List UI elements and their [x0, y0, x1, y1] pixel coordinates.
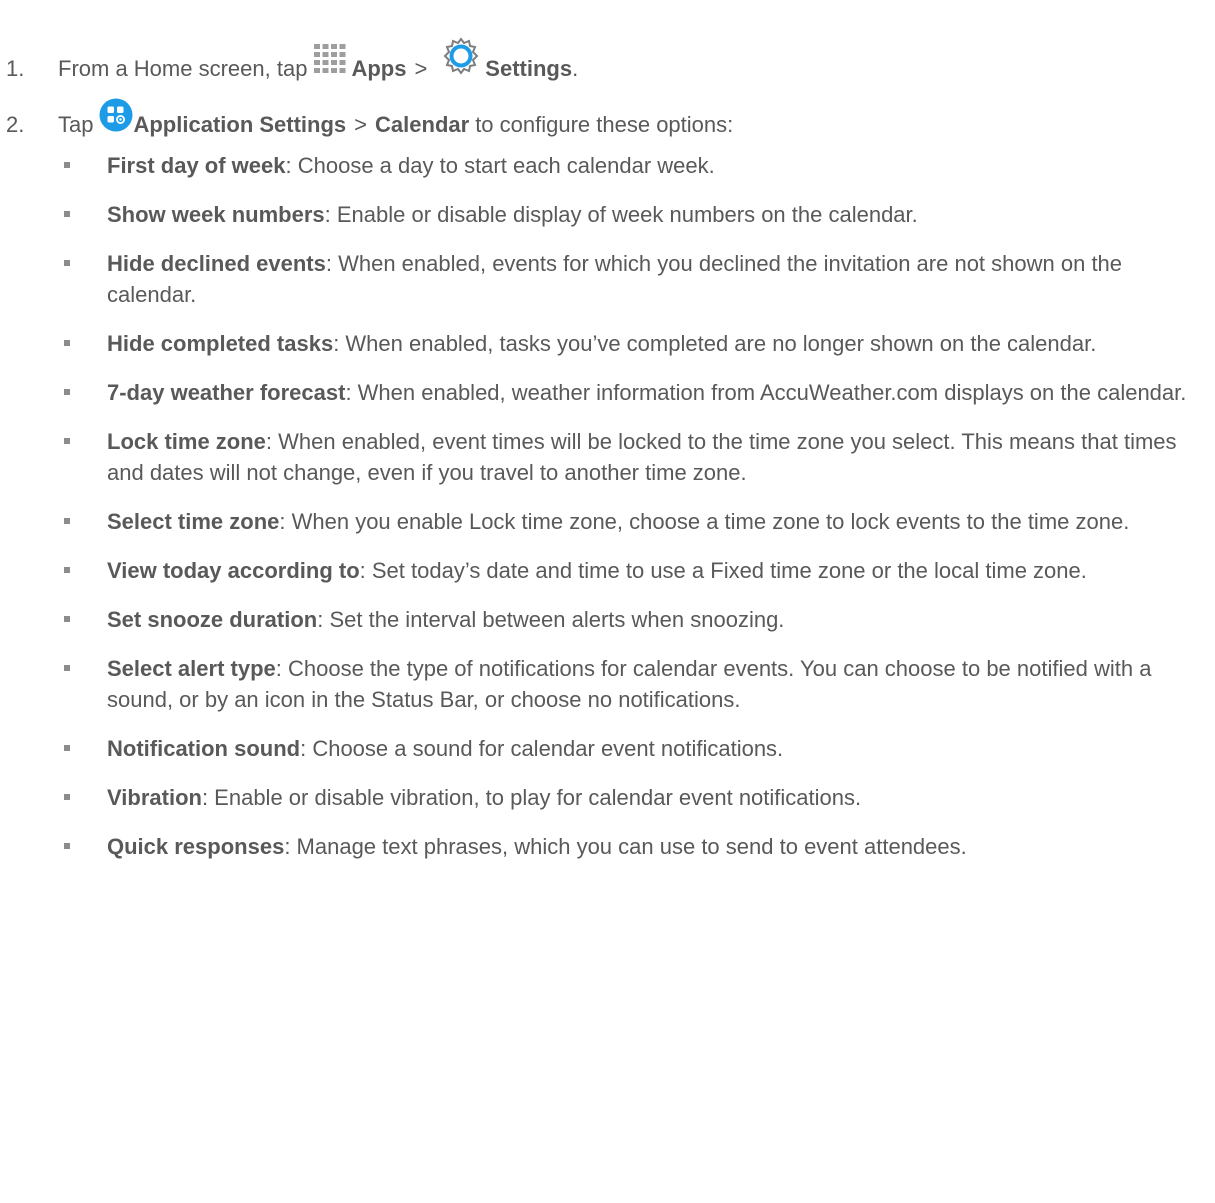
period: .	[572, 56, 579, 81]
list-item: Hide completed tasks: When enabled, task…	[0, 328, 1215, 359]
step-text-end: to configure these options:	[475, 112, 734, 137]
bullet	[64, 340, 70, 346]
list-item: Notification sound: Choose a sound for c…	[0, 733, 1215, 764]
option-desc: : When enabled, event times will be lock…	[107, 429, 1177, 485]
option-desc: : When you enable Lock time zone, choose…	[279, 509, 1130, 534]
option-title: Hide completed tasks	[107, 331, 334, 356]
option-title: Lock time zone	[107, 429, 266, 454]
option-desc: : Choose a day to start each calendar we…	[285, 153, 715, 178]
step-number: 1.	[6, 56, 25, 81]
bullet	[64, 567, 70, 573]
bullet	[64, 616, 70, 622]
bullet	[64, 389, 70, 395]
settings-label: Settings	[485, 56, 573, 81]
step-1: 1. From a Home screen, tap Apps > Settin…	[0, 36, 578, 82]
option-title: Quick responses	[107, 834, 285, 859]
option-desc: : Set today’s date and time to use a Fix…	[359, 558, 1087, 583]
list-item: Lock time zone: When enabled, event time…	[0, 426, 1215, 488]
separator: >	[354, 112, 368, 137]
option-title: Hide declined events	[107, 251, 326, 276]
option-title: Vibration	[107, 785, 202, 810]
option-title: Show week numbers	[107, 202, 325, 227]
application-settings-label: Application Settings	[133, 112, 347, 137]
bullet	[64, 843, 70, 849]
option-title: Notification sound	[107, 736, 301, 761]
option-title: Select time zone	[107, 509, 280, 534]
option-title: Set snooze duration	[107, 607, 318, 632]
list-item: Set snooze duration: Set the interval be…	[0, 604, 1215, 635]
bullet	[64, 794, 70, 800]
option-title: View today according to	[107, 558, 360, 583]
bullet	[64, 162, 70, 168]
step-text: Tap	[58, 112, 94, 137]
option-desc: : Choose a sound for calendar event noti…	[300, 736, 784, 761]
step-2: 2. Tap Application Settings > Calendar t…	[0, 98, 733, 138]
option-desc: : Enable or disable vibration, to play f…	[201, 785, 862, 810]
separator: >	[414, 56, 428, 81]
list-item: Hide declined events: When enabled, even…	[0, 248, 1215, 310]
application-settings-icon	[99, 98, 133, 138]
list-item: Show week numbers: Enable or disable dis…	[0, 199, 1215, 230]
list-item: Select time zone: When you enable Lock t…	[0, 506, 1215, 537]
bullet	[64, 518, 70, 524]
option-title: Select alert type	[107, 656, 276, 681]
list-item: Quick responses: Manage text phrases, wh…	[0, 831, 1215, 862]
step-number: 2.	[6, 112, 25, 137]
bullet	[64, 665, 70, 671]
bullet	[64, 211, 70, 217]
option-desc: : Set the interval between alerts when s…	[317, 607, 785, 632]
list-item: View today according to: Set today’s dat…	[0, 555, 1215, 586]
bullet	[64, 438, 70, 444]
option-desc: : Manage text phrases, which you can use…	[284, 834, 967, 859]
bullet	[64, 260, 70, 266]
list-item: First day of week: Choose a day to start…	[0, 150, 1215, 181]
settings-gear-icon	[441, 36, 481, 82]
option-desc: : When enabled, tasks you’ve completed a…	[333, 331, 1097, 356]
bullet	[64, 745, 70, 751]
step-text: From a Home screen, tap	[58, 56, 308, 81]
calendar-label: Calendar	[375, 112, 470, 137]
apps-grid-icon	[313, 42, 347, 82]
option-title: First day of week	[107, 153, 286, 178]
option-desc: : Enable or disable display of week numb…	[324, 202, 918, 227]
option-desc: : When enabled, weather information from…	[345, 380, 1187, 405]
options-list: First day of week: Choose a day to start…	[0, 150, 1215, 862]
list-item: Select alert type: Choose the type of no…	[0, 653, 1215, 715]
option-title: 7-day weather forecast	[107, 380, 346, 405]
list-item: 7-day weather forecast: When enabled, we…	[0, 377, 1215, 408]
list-item: Vibration: Enable or disable vibration, …	[0, 782, 1215, 813]
apps-label: Apps	[351, 56, 407, 81]
